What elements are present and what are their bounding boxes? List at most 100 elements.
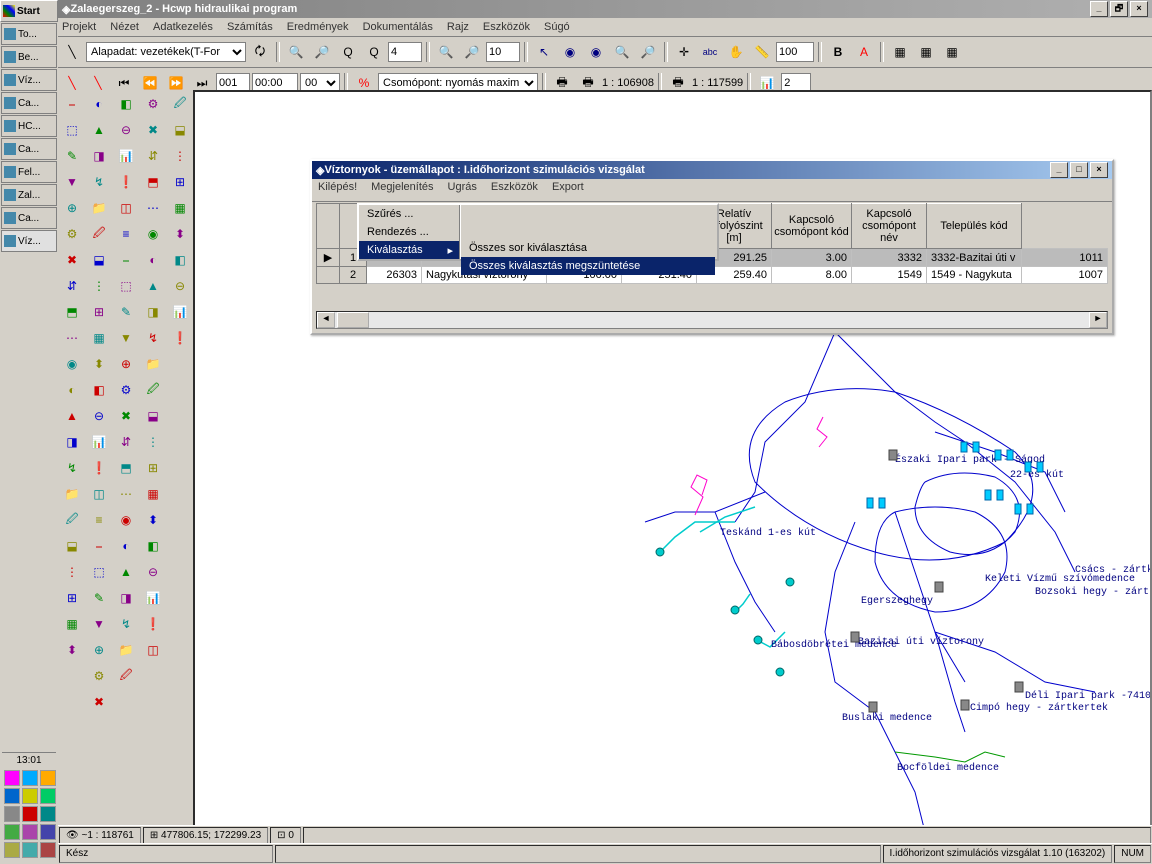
tool-button[interactable]: 📁 [114,638,138,662]
menu-item[interactable]: Rajz [447,21,469,33]
globe2-icon[interactable]: ◉ [584,40,608,64]
tool-button[interactable]: ⊞ [60,586,84,610]
tool-button[interactable]: ⋮ [60,560,84,584]
tool-button[interactable]: ⚙ [114,378,138,402]
menu-item[interactable]: Adatkezelés [153,21,213,33]
tool-button[interactable]: ◧ [87,378,111,402]
grid2-icon[interactable]: ▦ [914,40,938,64]
tool-button[interactable]: ⬒ [114,456,138,480]
tool-button[interactable]: ⬓ [87,248,111,272]
hand-icon[interactable]: ✋ [724,40,748,64]
tool-button[interactable]: 📊 [87,430,111,454]
tool-button[interactable]: ⬓ [168,118,192,142]
tool-button[interactable]: ◐ [87,92,111,116]
menu-tools[interactable]: Eszközök [491,181,538,199]
menu-item[interactable]: Számítás [227,21,273,33]
tool-button[interactable]: ⊞ [87,300,111,324]
horizontal-scrollbar[interactable]: ◄ ► [316,311,1108,329]
tool-button[interactable]: ◧ [168,248,192,272]
tool-button[interactable]: ▦ [141,482,165,506]
tool-button[interactable]: ⊕ [87,638,111,662]
tool-button[interactable]: 📊 [114,144,138,168]
grid1-icon[interactable]: ▦ [888,40,912,64]
tool-button[interactable]: ⊕ [60,196,84,220]
find-icon[interactable]: 🔍 [610,40,634,64]
tool-button[interactable]: ✖ [60,248,84,272]
tool-button[interactable]: ⎯ [87,534,111,558]
tool-button[interactable]: ⬒ [141,170,165,194]
child-titlebar[interactable]: ◈ Víztornyok - üzemállapot : I.időhorizo… [312,161,1112,179]
zoom-a-icon[interactable]: Q [336,40,360,64]
zoom-plus-icon[interactable]: 🔍 [284,40,308,64]
tray-icons[interactable] [2,768,56,860]
tool-button[interactable]: ◐ [60,378,84,402]
tool-button[interactable]: ↯ [114,612,138,636]
zoom-c-icon[interactable]: 🔍 [434,40,458,64]
tool-button[interactable]: ⬍ [141,508,165,532]
tool-button[interactable]: ⬓ [141,404,165,428]
scroll-thumb[interactable] [337,312,369,328]
tool-button[interactable]: ⬍ [60,638,84,662]
tool-button[interactable]: 🖉 [60,508,84,532]
taskbar-item[interactable]: To... [1,23,57,45]
taskbar-item[interactable]: Zal... [1,184,57,206]
tool-button[interactable]: ✖ [141,118,165,142]
menu-item[interactable]: Projekt [62,21,96,33]
tool-button[interactable]: ◉ [141,222,165,246]
child-close[interactable]: × [1090,162,1108,178]
tool-button[interactable]: ⊖ [141,560,165,584]
font-button[interactable]: A [852,40,876,64]
tool-button[interactable]: ◨ [141,300,165,324]
tool-button[interactable]: ⬍ [168,222,192,246]
tool-button[interactable]: ❗ [114,170,138,194]
tool-button[interactable]: ⎯ [60,92,84,116]
submenu-sort[interactable]: Rendezés ... [359,223,459,241]
child-menubar[interactable]: Kilépés! Megjelenítés Ugrás Eszközök Exp… [312,179,1112,202]
menu-item[interactable]: Eszközök [483,21,530,33]
cursor-icon[interactable]: ✛ [672,40,696,64]
tool-button[interactable]: ▦ [168,196,192,220]
scroll-left-icon[interactable]: ◄ [317,312,335,328]
tool-button[interactable]: ⋯ [114,482,138,506]
tool-button[interactable]: ⋮ [87,274,111,298]
submenu-select[interactable]: Kiválasztás▸ [359,241,459,259]
tool-button[interactable]: ⚙ [60,222,84,246]
tool-button[interactable]: ▲ [87,118,111,142]
tool-button[interactable]: 📁 [87,196,111,220]
tool-button[interactable]: 🖉 [168,92,192,116]
taskbar-item[interactable]: Víz... [1,69,57,91]
tool-button[interactable]: 📊 [141,586,165,610]
tool-button[interactable]: 📁 [60,482,84,506]
tool-button[interactable]: ⬚ [87,560,111,584]
menu-jump[interactable]: Ugrás [448,181,477,199]
tool-button[interactable]: ◨ [114,586,138,610]
tool-button[interactable]: ◧ [141,534,165,558]
arrow-icon[interactable]: ↖ [532,40,556,64]
tool-button[interactable]: ✎ [60,144,84,168]
menu-view[interactable]: Megjelenítés [371,181,433,199]
zoom-b-icon[interactable]: Q [362,40,386,64]
tool-button[interactable]: ⇵ [141,144,165,168]
tool-button[interactable]: ⋯ [60,326,84,350]
tool-button[interactable]: 📊 [168,300,192,324]
axis-icon[interactable]: ╲ [60,40,84,64]
tool-button[interactable]: ❗ [141,612,165,636]
tool-button[interactable]: ▲ [141,274,165,298]
tool-button[interactable]: ◐ [141,248,165,272]
tool-button[interactable]: ❗ [87,456,111,480]
tool-button[interactable]: ⋮ [168,144,192,168]
tool-button[interactable]: ▼ [87,612,111,636]
find2-icon[interactable]: 🔎 [636,40,660,64]
tool-button[interactable]: ▼ [114,326,138,350]
tool-button[interactable]: 🖉 [87,222,111,246]
menu-item[interactable]: Dokumentálás [363,21,433,33]
tool-button[interactable]: ⊖ [168,274,192,298]
tool-button[interactable]: ▦ [60,612,84,636]
grid3-icon[interactable]: ▦ [940,40,964,64]
menu-item[interactable]: Nézet [110,21,139,33]
zoom-input-1[interactable] [388,42,422,62]
tool-button[interactable]: ↯ [141,326,165,350]
tool-button[interactable]: ⬚ [114,274,138,298]
tool-button[interactable]: ↯ [60,456,84,480]
tool-button[interactable]: ◫ [141,638,165,662]
